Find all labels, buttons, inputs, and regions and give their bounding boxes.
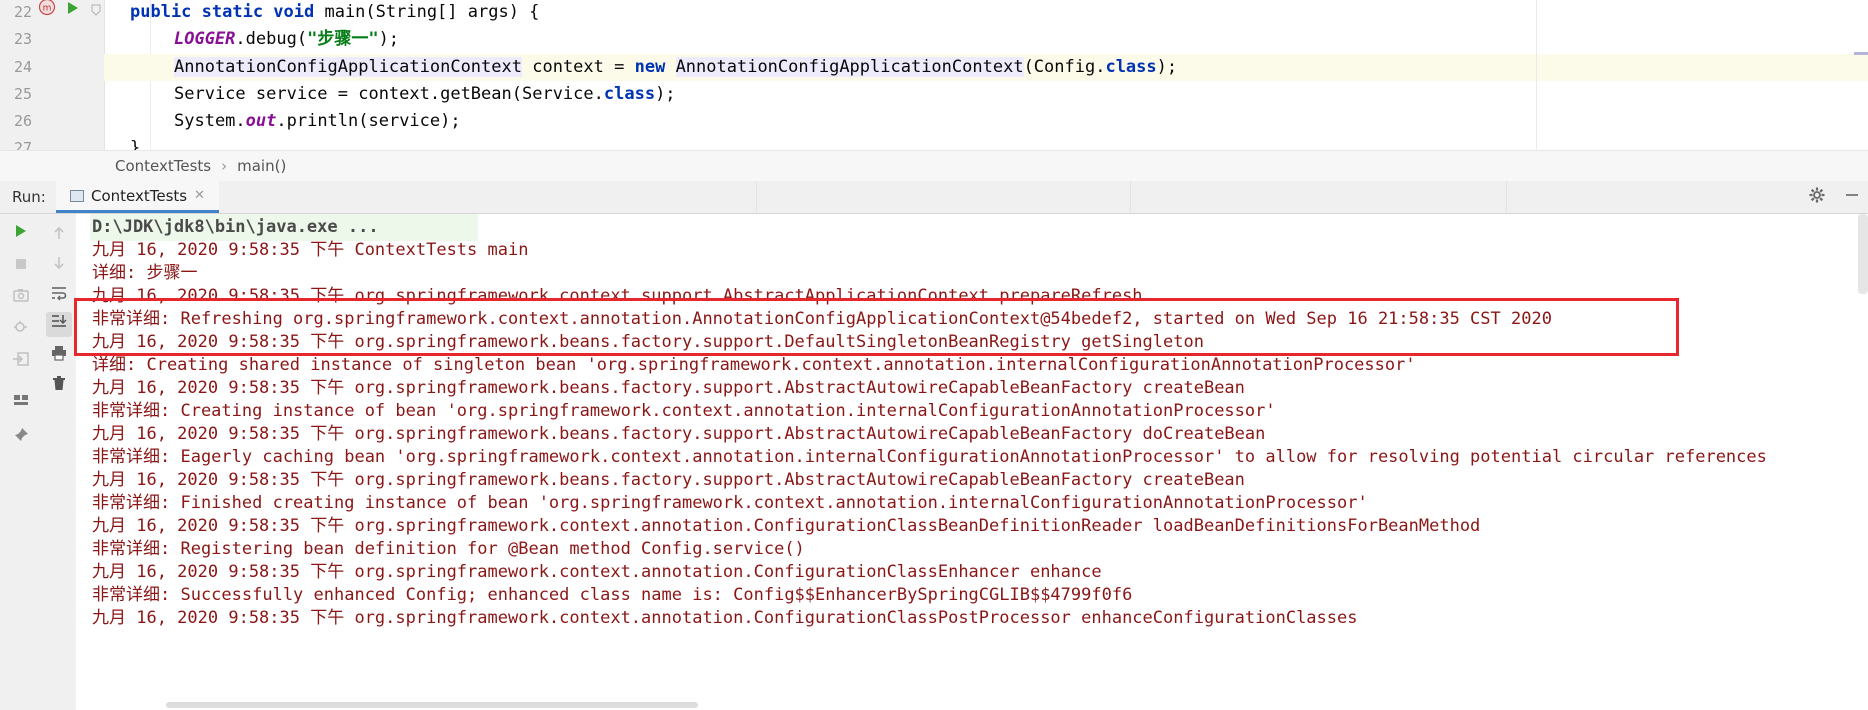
code-token: ); xyxy=(1156,57,1178,77)
line-number: 24 xyxy=(13,58,32,76)
code-line-27[interactable]: } xyxy=(130,135,1868,150)
right-margin-guide xyxy=(1536,0,1537,150)
run-tab-contexttests[interactable]: ContextTests ✕ xyxy=(56,181,220,213)
line-number: 25 xyxy=(13,85,32,103)
code-token: "步骤一" xyxy=(307,29,379,49)
run-label: Run: xyxy=(12,188,46,206)
breadcrumb-bar: ContextTests › main() xyxy=(0,150,1868,182)
horizontal-scrollbar[interactable] xyxy=(166,702,698,708)
line-number: 26 xyxy=(13,112,32,130)
code-token: System. xyxy=(174,111,246,131)
run-panel-header: Run: ContextTests ✕ xyxy=(0,181,1868,214)
console-output[interactable]: D:\JDK\jdk8\bin\java.exe ... 九月 16, 2020… xyxy=(76,214,1868,710)
code-line-24[interactable]: AnnotationConfigApplicationContext conte… xyxy=(104,54,1868,81)
code-token: main(String[] args) { xyxy=(314,2,540,22)
breadcrumb-separator: › xyxy=(221,157,228,175)
close-icon[interactable]: ✕ xyxy=(194,188,205,203)
line-number: 22 xyxy=(13,3,32,21)
scroll-to-end-icon[interactable] xyxy=(46,312,72,337)
code-token: context = xyxy=(522,57,635,77)
fold-icon[interactable] xyxy=(90,0,102,27)
code-editor[interactable]: 22 23 24 25 26 27 m public static void m… xyxy=(0,0,1868,150)
header-divider xyxy=(1130,181,1131,213)
code-token: (Config. xyxy=(1023,57,1106,77)
code-token: out xyxy=(245,111,277,131)
code-token: AnnotationConfigApplicationContext xyxy=(675,57,1024,77)
code-line-23[interactable]: LOGGER.debug("步骤一"); xyxy=(174,26,1868,53)
run-header-actions xyxy=(1808,181,1860,213)
print-icon[interactable] xyxy=(42,344,76,368)
code-token: .debug( xyxy=(235,29,308,49)
code-token: .println(service); xyxy=(276,111,461,131)
minimize-icon[interactable] xyxy=(1844,187,1860,208)
up-arrow-icon[interactable] xyxy=(42,224,76,248)
line-number: 27 xyxy=(13,139,32,150)
trash-icon[interactable] xyxy=(42,374,76,398)
breadcrumb: ContextTests › main() xyxy=(115,151,286,181)
settings-bug-icon[interactable] xyxy=(0,318,42,343)
code-area[interactable]: public static void main(String[] args) {… xyxy=(104,0,1868,150)
soft-wrap-icon[interactable] xyxy=(42,284,76,308)
code-token: new xyxy=(634,57,666,77)
console-line: 九月 16, 2020 9:58:35 下午 org.springframewo… xyxy=(92,608,1358,628)
run-tab-label: ContextTests xyxy=(91,186,188,205)
header-divider xyxy=(1506,181,1507,213)
code-token: LOGGER xyxy=(174,29,236,49)
line-number: 23 xyxy=(13,30,32,48)
header-divider xyxy=(756,181,757,213)
editor-gutter: 22 23 24 25 26 27 m xyxy=(0,0,105,150)
console-tab-icon xyxy=(70,189,84,202)
code-line-25[interactable]: Service service = context.getBean(Servic… xyxy=(174,81,1868,108)
code-token: ); xyxy=(378,29,400,49)
run-toolbar-primary xyxy=(0,214,43,710)
run-gutter-icon[interactable] xyxy=(66,0,80,26)
code-token: Service service = context.getBean(Servic… xyxy=(174,84,604,104)
down-arrow-icon[interactable] xyxy=(42,254,76,278)
method-marker-icon[interactable]: m xyxy=(38,0,56,26)
layout-icon[interactable] xyxy=(0,390,42,414)
run-toolbar-secondary xyxy=(42,214,77,710)
code-line-22[interactable]: public static void main(String[] args) { xyxy=(130,0,1868,26)
rerun-icon[interactable] xyxy=(0,222,42,246)
code-token: class xyxy=(1105,57,1157,77)
pin-icon[interactable] xyxy=(0,426,42,450)
login-icon[interactable] xyxy=(0,350,42,374)
code-token: AnnotationConfigApplicationContext xyxy=(174,57,522,77)
editor-scroll-marker[interactable] xyxy=(1854,52,1868,55)
breadcrumb-class[interactable]: ContextTests xyxy=(115,157,211,175)
vertical-scrollbar[interactable] xyxy=(1858,214,1868,294)
code-token: } xyxy=(130,138,141,150)
code-token: public static void xyxy=(130,2,315,22)
camera-icon[interactable] xyxy=(0,286,42,310)
code-token: class xyxy=(603,84,656,104)
code-token: ); xyxy=(655,84,676,104)
stop-icon[interactable] xyxy=(0,254,42,278)
breadcrumb-method[interactable]: main() xyxy=(237,157,286,175)
svg-text:m: m xyxy=(43,4,52,14)
code-line-26[interactable]: System.out.println(service); xyxy=(174,108,1868,135)
gear-icon[interactable] xyxy=(1808,186,1826,209)
